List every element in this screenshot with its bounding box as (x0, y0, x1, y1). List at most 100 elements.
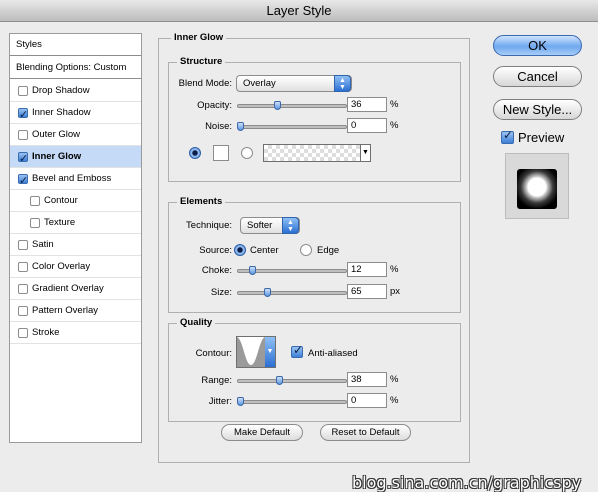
style-item-contour[interactable]: Contour (10, 190, 141, 212)
styles-header[interactable]: Styles (10, 34, 141, 56)
blending-options-item[interactable]: Blending Options: Custom (10, 57, 141, 79)
style-item-label: Satin (32, 239, 54, 250)
style-item-stroke[interactable]: Stroke (10, 322, 141, 344)
size-input[interactable]: 65 (347, 284, 387, 299)
reset-to-default-button[interactable]: Reset to Default (320, 424, 411, 441)
make-default-button[interactable]: Make Default (221, 424, 303, 441)
preview-checkbox[interactable] (501, 128, 514, 144)
style-item-pattern-overlay[interactable]: Pattern Overlay (10, 300, 141, 322)
style-item-checkbox[interactable] (30, 218, 40, 228)
style-item-checkbox[interactable] (18, 170, 28, 192)
elements-group: Elements Technique: Softer ▲ ▼ Source: Ce… (168, 196, 461, 313)
style-item-checkbox[interactable] (18, 86, 28, 96)
style-item-satin[interactable]: Satin (10, 234, 141, 256)
color-mode-radio[interactable] (189, 147, 201, 159)
style-item-label: Drop Shadow (32, 85, 90, 96)
noise-label: Noise: (205, 121, 232, 132)
window-title: Layer Style (0, 0, 598, 22)
choke-input[interactable]: 12 (347, 262, 387, 277)
style-item-drop-shadow[interactable]: Drop Shadow (10, 80, 141, 102)
inner-glow-panel: Inner Glow Structure Blend Mode: Overlay… (158, 32, 470, 463)
blend-mode-select[interactable]: Overlay ▲ ▼ (236, 75, 352, 92)
range-input[interactable]: 38 (347, 372, 387, 387)
anti-aliased-label[interactable]: Anti-aliased (308, 348, 358, 359)
range-unit: % (390, 374, 399, 385)
opacity-slider-thumb[interactable] (274, 101, 282, 110)
source-edge-radio[interactable] (300, 244, 312, 256)
gradient-mode-radio[interactable] (241, 147, 253, 159)
style-item-outer-glow[interactable]: Outer Glow (10, 124, 141, 146)
jitter-slider[interactable] (237, 400, 347, 404)
noise-unit: % (390, 120, 399, 131)
style-item-label: Contour (44, 195, 78, 206)
style-item-checkbox[interactable] (18, 240, 28, 250)
style-item-label: Inner Glow (32, 151, 82, 162)
opacity-unit: % (390, 99, 399, 110)
cancel-button[interactable]: Cancel (493, 66, 582, 87)
gradient-dropdown-icon[interactable]: ▼ (360, 145, 370, 161)
style-item-checkbox[interactable] (18, 284, 28, 294)
style-item-checkbox[interactable] (18, 328, 28, 338)
ok-button[interactable]: OK (493, 35, 582, 56)
style-item-inner-shadow[interactable]: Inner Shadow (10, 102, 141, 126)
style-item-checkbox[interactable] (18, 262, 28, 272)
source-edge-label[interactable]: Edge (317, 245, 339, 256)
style-item-label: Outer Glow (32, 129, 81, 140)
style-item-checkbox[interactable] (18, 130, 28, 140)
style-item-checkbox[interactable] (18, 104, 28, 126)
blend-mode-value: Overlay (243, 78, 276, 89)
jitter-slider-thumb[interactable] (237, 397, 244, 406)
style-item-label: Texture (44, 217, 76, 228)
inner-glow-title: Inner Glow (171, 32, 227, 43)
glow-gradient-picker[interactable]: ▼ (263, 144, 371, 162)
contour-dropdown-icon[interactable]: ▼ (265, 337, 275, 367)
choke-slider-thumb[interactable] (249, 266, 257, 275)
style-item-checkbox[interactable] (18, 148, 28, 170)
style-item-label: Color Overlay (32, 261, 91, 272)
noise-slider-thumb[interactable] (237, 122, 244, 131)
select-arrows-icon: ▲ ▼ (334, 75, 351, 92)
contour-picker[interactable]: ▼ (236, 336, 276, 368)
choke-unit: % (390, 264, 399, 275)
jitter-input[interactable]: 0 (347, 393, 387, 408)
opacity-slider[interactable] (237, 104, 347, 108)
noise-input[interactable]: 0 (347, 118, 387, 133)
style-item-label: Pattern Overlay (32, 305, 98, 316)
range-slider-thumb[interactable] (276, 376, 284, 385)
source-label: Source: (199, 245, 232, 256)
structure-title: Structure (177, 56, 226, 67)
noise-slider[interactable] (237, 125, 347, 129)
elements-title: Elements (177, 196, 226, 207)
style-item-label: Bevel and Emboss (32, 173, 112, 184)
source-center-label[interactable]: Center (250, 245, 279, 256)
technique-select[interactable]: Softer ▲ ▼ (240, 217, 300, 234)
choke-label: Choke: (201, 265, 232, 276)
style-item-label: Gradient Overlay (32, 283, 104, 294)
style-item-texture[interactable]: Texture (10, 212, 141, 234)
technique-value: Softer (247, 220, 273, 231)
new-style-button[interactable]: New Style... (493, 99, 582, 120)
opacity-label: Opacity: (197, 100, 232, 111)
structure-group: Structure Blend Mode: Overlay ▲ ▼ Opacity… (168, 56, 461, 182)
size-slider[interactable] (237, 291, 347, 295)
styles-list: Styles Blending Options: Custom Drop Sha… (9, 33, 142, 443)
style-item-checkbox[interactable] (30, 196, 40, 206)
style-item-gradient-overlay[interactable]: Gradient Overlay (10, 278, 141, 300)
dialog-body: Styles Blending Options: Custom Drop Sha… (0, 22, 598, 492)
style-item-color-overlay[interactable]: Color Overlay (10, 256, 141, 278)
style-item-inner-glow[interactable]: Inner Glow (10, 146, 141, 170)
glow-color-swatch[interactable] (213, 145, 229, 161)
style-item-bevel-and-emboss[interactable]: Bevel and Emboss (10, 168, 141, 192)
range-slider[interactable] (237, 379, 347, 383)
quality-title: Quality (177, 317, 216, 328)
style-item-checkbox[interactable] (18, 306, 28, 316)
style-item-label: Inner Shadow (32, 107, 91, 118)
source-center-radio[interactable] (234, 244, 246, 256)
opacity-input[interactable]: 36 (347, 97, 387, 112)
preview-label[interactable]: Preview (518, 130, 564, 145)
size-slider-thumb[interactable] (263, 288, 271, 297)
blend-mode-label: Blend Mode: (178, 78, 232, 89)
anti-aliased-checkbox[interactable] (291, 343, 303, 358)
jitter-unit: % (390, 395, 399, 406)
contour-label: Contour: (195, 348, 232, 359)
